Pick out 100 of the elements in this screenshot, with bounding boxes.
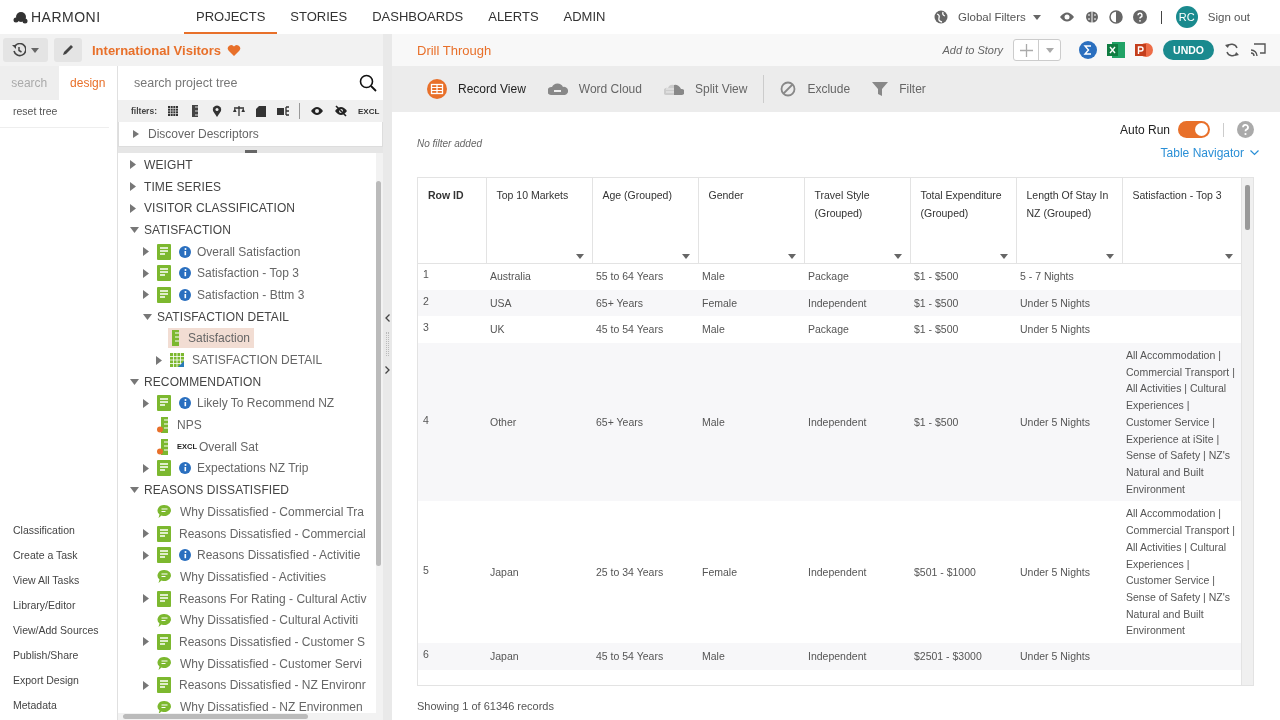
view-tab[interactable]: Record View <box>427 79 526 99</box>
column-header[interactable]: Total Expenditure (Grouped) <box>910 178 1016 263</box>
side-link[interactable]: Create a Task <box>0 543 117 568</box>
contrast-icon[interactable] <box>1108 10 1123 24</box>
expand-caret-icon[interactable] <box>143 290 149 300</box>
side-link[interactable]: Classification <box>0 518 117 543</box>
presentation-icon[interactable] <box>1135 41 1154 59</box>
tree-item[interactable]: Why Dissatisfied - Customer Servi <box>155 653 367 674</box>
column-header[interactable]: Top 10 Markets <box>486 178 592 263</box>
dropdown-caret-icon[interactable] <box>787 253 796 259</box>
column-header[interactable]: Travel Style (Grouped) <box>804 178 910 263</box>
expand-caret-icon[interactable] <box>143 463 149 473</box>
hidden-eye-icon[interactable] <box>334 105 348 117</box>
tree-item[interactable]: NPS <box>155 415 206 436</box>
side-link[interactable]: View All Tasks <box>0 568 117 593</box>
tree-folder[interactable]: TIME SERIES <box>142 176 226 197</box>
expand-caret-icon[interactable] <box>143 680 149 690</box>
column-header[interactable]: Gender <box>698 178 804 263</box>
side-link[interactable]: Library/Editor <box>0 593 117 618</box>
expand-caret-icon[interactable] <box>143 529 149 539</box>
nav-tab[interactable]: STORIES <box>278 0 360 34</box>
expand-caret-icon[interactable] <box>143 637 149 647</box>
chevron-right-icon[interactable] <box>385 366 390 374</box>
column-header[interactable]: Length Of Stay In NZ (Grouped) <box>1016 178 1122 263</box>
expand-caret-icon[interactable] <box>130 182 136 192</box>
tree-folder[interactable]: REASONS DISSATISFIED <box>142 480 294 501</box>
nav-tab[interactable]: DASHBOARDS <box>360 0 476 34</box>
search-icon[interactable] <box>359 74 377 92</box>
column-header[interactable]: Age (Grouped) <box>592 178 698 263</box>
expand-caret-icon[interactable] <box>143 398 149 408</box>
nav-tab[interactable]: ADMIN <box>551 0 618 34</box>
side-link[interactable]: Export Design <box>0 668 117 693</box>
tree-scrollbar[interactable] <box>376 153 383 713</box>
tree-item[interactable]: Why Dissatisfied - NZ Environmen <box>155 697 367 713</box>
spreadsheet-icon[interactable] <box>1107 41 1126 59</box>
exclude-filter-button[interactable]: EXCL <box>358 106 380 116</box>
expand-caret-icon[interactable] <box>143 594 149 604</box>
search-field[interactable]: search project tree <box>134 70 359 96</box>
refresh-icon[interactable] <box>1224 42 1240 58</box>
undo-button[interactable]: UNDO <box>1163 40 1214 60</box>
tree-item[interactable]: Reasons Dissatisfied - Commercial <box>155 523 370 544</box>
grid-icon[interactable] <box>167 105 179 117</box>
tree-folder[interactable]: WEIGHT <box>142 154 197 175</box>
sign-out-link[interactable]: Sign out <box>1207 11 1250 23</box>
tree-item[interactable]: SATISFACTION DETAIL <box>168 350 327 371</box>
expand-caret-icon[interactable] <box>130 203 136 213</box>
expand-caret-icon[interactable] <box>143 550 149 560</box>
chevron-left-icon[interactable] <box>385 314 390 322</box>
view-tab[interactable]: Word Cloud <box>547 79 642 99</box>
history-button[interactable] <box>3 38 48 62</box>
tree-item[interactable]: Why Dissatisfied - Cultural Activiti <box>155 610 363 631</box>
expand-caret-icon[interactable] <box>143 247 149 257</box>
tree-item[interactable]: Reasons For Rating - Cultural Activ <box>155 588 371 609</box>
edit-button[interactable] <box>54 38 82 62</box>
tree-item[interactable]: Likely To Recommend NZ <box>155 393 339 414</box>
view-tab[interactable]: Split View <box>663 79 748 99</box>
ruler-icon[interactable] <box>189 105 201 117</box>
column-header[interactable]: Row ID <box>418 178 486 263</box>
resize-handle[interactable] <box>118 147 383 153</box>
folder-stack-icon[interactable] <box>255 105 267 117</box>
dropdown-caret-icon[interactable] <box>999 253 1008 259</box>
side-link[interactable]: Metadata <box>0 693 117 718</box>
tree-item[interactable]: Satisfaction <box>168 328 255 349</box>
tree-item[interactable]: Satisfaction - Bttm 3 <box>155 284 309 305</box>
nav-tab[interactable]: ALERTS <box>476 0 551 34</box>
hierarchy-icon[interactable] <box>277 105 289 117</box>
filter-button[interactable]: Filter <box>872 81 926 97</box>
tree-folder[interactable]: SATISFACTION <box>142 219 235 240</box>
tree-item[interactable]: Why Dissatisfied - Activities <box>155 566 331 587</box>
cast-icon[interactable] <box>1250 42 1266 58</box>
expand-caret-icon[interactable] <box>156 355 162 365</box>
expand-caret-icon[interactable] <box>143 268 149 278</box>
global-filters-button[interactable]: Global Filters <box>958 11 1041 23</box>
tree-item[interactable]: Reasons Dissatisfied - Customer S <box>155 631 370 652</box>
side-link[interactable]: View/Add Sources <box>0 618 117 643</box>
exclude-button[interactable]: Exclude <box>780 81 851 97</box>
dropdown-caret-icon[interactable] <box>893 253 902 259</box>
dropdown-caret-icon[interactable] <box>1225 253 1233 259</box>
tree-item[interactable]: Why Dissatisfied - Commercial Tra <box>155 501 369 522</box>
horizontal-scrollbar[interactable] <box>118 713 383 720</box>
help-icon[interactable] <box>1132 10 1147 24</box>
tree-folder[interactable]: SATISFACTION DETAIL <box>155 306 294 327</box>
collapse-caret-icon[interactable] <box>130 378 139 385</box>
table-navigator-link[interactable]: Table Navigator <box>1160 146 1259 160</box>
scale-icon[interactable] <box>233 105 245 117</box>
side-link[interactable]: Publish/Share <box>0 643 117 668</box>
tree-item[interactable]: Reasons Dissatisfied - Activitie <box>155 545 365 566</box>
table-scrollbar[interactable] <box>1241 178 1253 685</box>
expand-caret-icon[interactable] <box>130 160 136 170</box>
tree-item[interactable]: Expectations NZ Trip <box>155 458 313 479</box>
auto-run-toggle[interactable] <box>1178 121 1210 138</box>
collapse-caret-icon[interactable] <box>143 313 152 320</box>
brain-icon[interactable] <box>1084 10 1099 24</box>
dropdown-caret-icon[interactable] <box>681 253 690 259</box>
sigma-icon[interactable] <box>1079 41 1098 59</box>
reset-tree-link[interactable]: reset tree <box>0 100 109 128</box>
collapse-caret-icon[interactable] <box>130 226 139 233</box>
map-pin-icon[interactable] <box>211 105 223 117</box>
collapse-caret-icon[interactable] <box>130 487 139 494</box>
tree-item[interactable]: Reasons Dissatisfied - NZ Environr <box>155 675 370 696</box>
